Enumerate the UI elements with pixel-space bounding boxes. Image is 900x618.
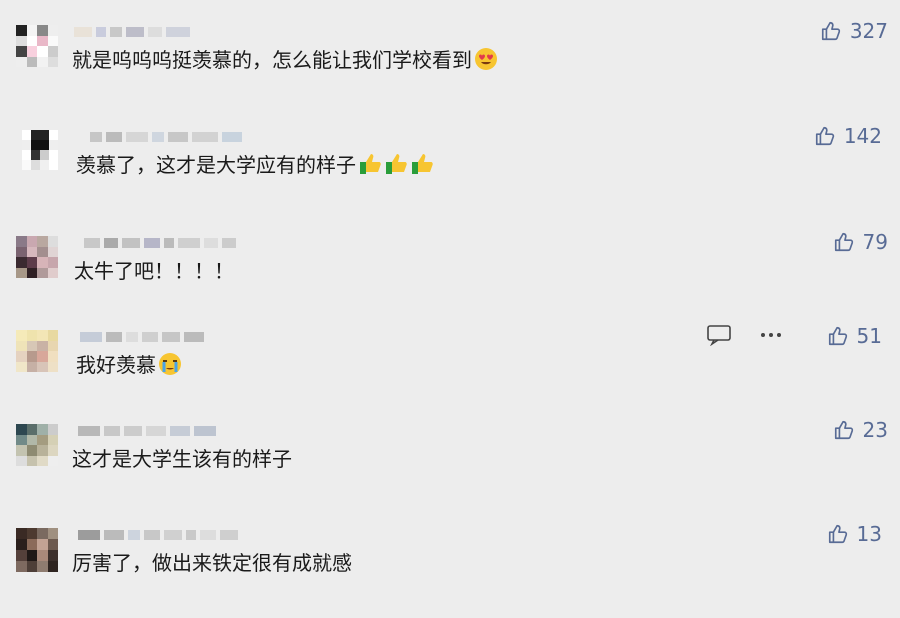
comment-item: 这才是大学生该有的样子 23 xyxy=(0,418,900,514)
username-blurred[interactable] xyxy=(78,424,278,438)
like-count: 142 xyxy=(843,124,882,148)
like-button[interactable]: 327 xyxy=(820,19,888,43)
comment-item: 我好羡慕 51 xyxy=(0,324,900,420)
thumbs-up-emoji-icon xyxy=(386,154,407,174)
thumbs-up-emoji-icon xyxy=(360,154,381,174)
like-count: 79 xyxy=(862,230,888,254)
comment-text-content: 厉害了，做出来铁定很有成就感 xyxy=(72,551,352,575)
username-blurred[interactable] xyxy=(80,330,280,344)
username-blurred[interactable] xyxy=(90,130,290,144)
comment-text: 太牛了吧！！！！ xyxy=(74,256,234,286)
thumbs-up-icon xyxy=(834,420,853,440)
avatar[interactable] xyxy=(16,330,58,372)
like-button[interactable]: 23 xyxy=(833,418,888,442)
reply-comment-icon[interactable] xyxy=(706,324,732,346)
comment-text: 羡慕了，这才是大学应有的样子 xyxy=(76,150,434,180)
comment-text: 我好羡慕 xyxy=(76,350,182,380)
comment-text: 这才是大学生该有的样子 xyxy=(72,444,292,474)
comment-text: 厉害了，做出来铁定很有成就感 xyxy=(72,548,352,578)
like-count: 327 xyxy=(849,19,888,43)
like-button[interactable]: 13 xyxy=(827,522,882,546)
comment-text: 就是呜呜呜挺羡慕的，怎么能让我们学校看到 xyxy=(72,45,498,75)
avatar[interactable] xyxy=(16,528,58,572)
comment-text-content: 我好羡慕 xyxy=(76,353,156,377)
thumbs-up-icon xyxy=(815,126,834,146)
comment-item: 就是呜呜呜挺羡慕的，怎么能让我们学校看到 327 xyxy=(0,19,900,115)
more-options-icon[interactable] xyxy=(758,324,784,346)
like-count: 51 xyxy=(856,324,882,348)
comment-item: 太牛了吧！！！！ 79 xyxy=(0,230,900,326)
comment-item: 羡慕了，这才是大学应有的样子 142 xyxy=(0,124,900,220)
comment-tools xyxy=(706,324,784,346)
heart-eyes-emoji-icon xyxy=(475,48,497,70)
thumbs-up-icon xyxy=(821,21,840,41)
thumbs-up-emoji-icon xyxy=(412,154,433,174)
comment-text-content: 就是呜呜呜挺羡慕的，怎么能让我们学校看到 xyxy=(72,48,472,72)
like-count: 23 xyxy=(862,418,888,442)
comment-item: 厉害了，做出来铁定很有成就感 13 xyxy=(0,522,900,618)
avatar[interactable] xyxy=(16,25,58,67)
like-count: 13 xyxy=(856,522,882,546)
comment-text-content: 这才是大学生该有的样子 xyxy=(72,447,292,471)
like-button[interactable]: 79 xyxy=(833,230,888,254)
comment-text-content: 太牛了吧！！！！ xyxy=(74,259,234,283)
username-blurred[interactable] xyxy=(84,236,284,250)
avatar[interactable] xyxy=(22,130,58,170)
thumbs-up-icon xyxy=(828,326,847,346)
crying-emoji-icon xyxy=(159,353,181,375)
username-blurred[interactable] xyxy=(78,528,278,542)
avatar[interactable] xyxy=(16,424,58,466)
thumbs-up-icon xyxy=(828,524,847,544)
username-blurred[interactable] xyxy=(74,25,274,39)
like-button[interactable]: 51 xyxy=(827,324,882,348)
thumbs-up-icon xyxy=(834,232,853,252)
comment-text-content: 羡慕了，这才是大学应有的样子 xyxy=(76,153,356,177)
like-button[interactable]: 142 xyxy=(814,124,882,148)
avatar[interactable] xyxy=(16,236,58,278)
